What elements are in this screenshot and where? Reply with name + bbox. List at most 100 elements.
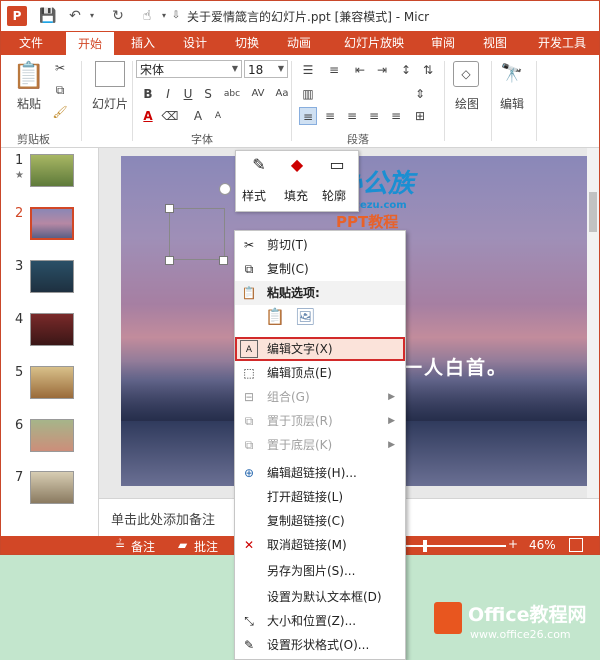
align-left-icon[interactable]: ≡ [299,107,317,125]
align-center-icon[interactable]: ≡ [321,107,339,125]
chevron-down-icon[interactable]: ▼ [275,61,287,77]
decrease-indent-icon[interactable]: ⇤ [351,61,369,79]
align-right-icon[interactable]: ≡ [343,107,361,125]
touch-mode-icon[interactable]: ☝ [137,6,157,26]
font-size-box[interactable]: 18 ▼ [244,60,288,78]
tab-developer[interactable]: 开发工具 [529,31,595,55]
notes-placeholder[interactable]: 单击此处添加备注 [111,509,215,528]
italic-button[interactable]: I [159,85,177,103]
align-text-icon[interactable]: ⇕ [411,85,429,103]
menu-item-bring-to-front[interactable]: ⧉ 置于顶层(R) ▶ [235,409,405,433]
notes-toggle-button[interactable]: 备注 [131,538,155,554]
cut-icon[interactable]: ✂ [51,59,69,77]
slide-thumbnail-4[interactable] [30,313,74,346]
text-direction-icon[interactable]: ⇅ [419,61,437,79]
editing-button[interactable]: 编辑 [492,95,532,112]
columns-icon[interactable]: ▥ [299,85,317,103]
slide-thumbnail-1[interactable] [30,154,74,187]
menu-item-edit-hyperlink[interactable]: ⊕ 编辑超链接(H)... [235,461,405,485]
font-color-button[interactable]: A [139,107,157,125]
touch-dropdown-icon[interactable]: ▾ [159,6,169,26]
increase-indent-icon[interactable]: ⇥ [373,61,391,79]
menu-item-edit-text[interactable]: A 编辑文字(X) [235,337,405,361]
paste-button[interactable]: 粘贴 [9,95,49,112]
customize-qat-icon[interactable]: ⇩ [169,6,183,26]
bullets-icon[interactable]: ☰ [299,61,317,79]
zoom-slider-thumb[interactable] [423,540,427,552]
bold-button[interactable]: B [139,85,157,103]
slide-thumbnail-6[interactable] [30,419,74,452]
font-name-box[interactable]: 宋体 ▼ [136,60,242,78]
tab-insert[interactable]: 插入 [121,31,165,55]
tab-transitions[interactable]: 切换 [225,31,269,55]
fit-to-window-icon[interactable] [569,538,583,552]
new-slide-icon[interactable] [95,61,125,87]
undo-dropdown-icon[interactable]: ▾ [87,6,97,26]
menu-item-save-as-picture[interactable]: 另存为图片(S)... [235,559,405,583]
resize-handle[interactable] [165,204,174,213]
resize-handle[interactable] [165,256,174,265]
fill-button[interactable]: 填充 [284,187,308,204]
zoom-level[interactable]: 46% [529,538,556,552]
menu-item-set-default-textbox[interactable]: 设置为默认文本框(D) [235,585,405,609]
strikethrough-button[interactable]: S [199,85,217,103]
notes-toggle-icon[interactable]: ≟ [115,538,125,552]
slide-thumbnail-3[interactable] [30,260,74,293]
vertical-scrollbar[interactable] [587,148,599,498]
justify-icon[interactable]: ≡ [365,107,383,125]
slide-thumbnail-5[interactable] [30,366,74,399]
line-spacing-icon[interactable]: ↕ [397,61,415,79]
shapes-icon[interactable]: ◇ [453,61,479,87]
shadow-button[interactable]: abc [223,85,241,103]
quick-style-button[interactable]: 样式 [242,187,266,204]
copy-icon[interactable]: ⧉ [51,81,69,99]
menu-item-format-shape[interactable]: ✎ 设置形状格式(O)... [235,633,405,657]
undo-icon[interactable]: ↶ [65,6,85,26]
zoom-slider[interactable] [406,545,506,547]
resize-handle[interactable] [219,256,228,265]
menu-item-send-to-back[interactable]: ⧉ 置于底层(K) ▶ [235,433,405,457]
slide-thumbnail-2[interactable] [30,207,74,240]
tab-design[interactable]: 设计 [173,31,217,55]
tab-view[interactable]: 视图 [473,31,517,55]
numbering-icon[interactable]: ≡ [325,61,343,79]
format-painter-icon[interactable]: 🖌 [51,103,69,121]
binoculars-icon[interactable]: 🔭 [499,61,525,87]
paste-icon[interactable]: 📋 [11,61,47,91]
tab-file[interactable]: 文件 [9,31,53,55]
save-icon[interactable]: 💾 [38,6,58,26]
redo-icon[interactable]: ↻ [108,6,128,26]
menu-item-copy-hyperlink[interactable]: 复制超链接(C) [235,509,405,533]
slide-button[interactable]: 幻灯片 [87,95,133,112]
font-size-down-button[interactable]: A [209,107,227,125]
comment-icon[interactable]: ▰ [178,538,187,552]
rotate-handle-icon[interactable] [219,183,231,195]
underline-button[interactable]: U [179,85,197,103]
quick-style-icon[interactable]: ✎ [246,155,272,179]
menu-item-size-position[interactable]: ⤡ 大小和位置(Z)... [235,609,405,633]
menu-item-cut[interactable]: ✂ 剪切(T) [235,233,405,257]
tab-animations[interactable]: 动画 [277,31,321,55]
eraser-icon[interactable]: ⌫ [161,107,179,125]
tab-review[interactable]: 审阅 [421,31,465,55]
change-case-button[interactable]: Aa [273,85,291,103]
tab-home[interactable]: 开始 [65,31,115,55]
comments-button[interactable]: 批注 [194,538,218,554]
scrollbar-thumb[interactable] [589,192,597,232]
smartart-icon[interactable]: ⊞ [411,107,429,125]
menu-item-group[interactable]: ⊟ 组合(G) ▶ [235,385,405,409]
menu-item-copy[interactable]: ⧉ 复制(C) [235,257,405,281]
menu-item-remove-hyperlink[interactable]: ✕ 取消超链接(M) [235,533,405,557]
fill-icon[interactable]: ◆ [284,155,310,179]
chevron-down-icon[interactable]: ▼ [229,61,241,77]
zoom-in-icon[interactable]: + [508,537,518,551]
paste-keep-format-icon[interactable]: 📋 [265,307,287,331]
menu-item-edit-points[interactable]: ⬚ 编辑顶点(E) [235,361,405,385]
outline-icon[interactable]: ▭ [324,155,350,179]
paste-picture-icon[interactable]: 🖼 [295,307,317,331]
font-size-up-button[interactable]: A [189,107,207,125]
char-spacing-button[interactable]: AV [249,85,267,103]
tab-slideshow[interactable]: 幻灯片放映 [333,31,415,55]
slide-thumbnail-7[interactable] [30,471,74,504]
slide-text[interactable]: 一人白首。 [403,353,508,380]
